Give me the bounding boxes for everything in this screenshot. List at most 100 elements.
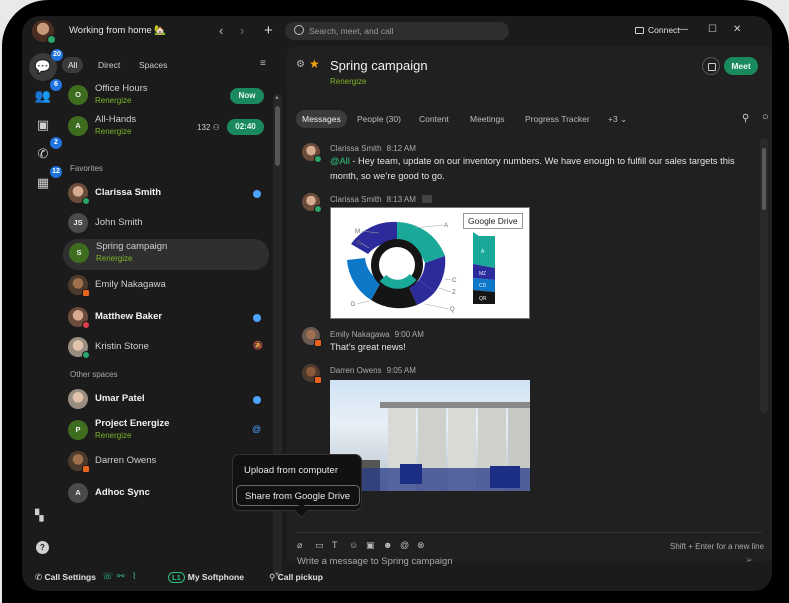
filter-menu-icon[interactable]: ≡: [260, 58, 266, 69]
join-now-button[interactable]: Now: [230, 88, 264, 104]
list-item-john-smith[interactable]: JS John Smith: [62, 209, 272, 239]
filter-spaces[interactable]: Spaces: [133, 57, 173, 73]
item-name: John Smith: [95, 217, 143, 228]
search-space-icon[interactable]: ○: [762, 111, 769, 123]
message-author[interactable]: Emily Nakagawa: [330, 330, 390, 339]
meet-button[interactable]: Meet: [724, 57, 758, 75]
add-button[interactable]: +: [264, 22, 273, 40]
teams-badge: 6: [50, 79, 62, 91]
message-avatar[interactable]: [302, 327, 322, 347]
emoji-icon[interactable]: ☺: [349, 540, 358, 550]
stack-label-cd: CD: [479, 283, 487, 289]
share-from-google-drive-item[interactable]: Share from Google Drive: [236, 485, 360, 506]
unread-dot: [253, 396, 261, 404]
list-item-kristin-stone[interactable]: Kristin Stone 🔕: [62, 333, 272, 363]
presence-available-icon: [314, 155, 322, 163]
maximize-button[interactable]: ☐: [708, 24, 717, 35]
favorite-star-icon[interactable]: ★: [309, 57, 320, 71]
microphone-icon[interactable]: ⌇: [132, 571, 136, 582]
rail-calling[interactable]: ✆ 2: [30, 137, 62, 167]
close-button[interactable]: ✕: [733, 24, 741, 35]
send-icon[interactable]: ➢: [745, 555, 753, 566]
search-icon: [294, 25, 304, 35]
donut-hole: [383, 251, 411, 279]
item-name: Office Hours: [95, 83, 148, 94]
schedule-meeting-button[interactable]: [702, 57, 720, 75]
list-item-clarissa-smith[interactable]: Clarissa Smith: [62, 179, 272, 209]
meeting-timer-button[interactable]: 02:40: [227, 119, 264, 135]
forward-button[interactable]: ›: [240, 22, 244, 40]
list-item-umar-patel[interactable]: Umar Patel: [62, 385, 272, 415]
message-author[interactable]: Clarissa Smith: [330, 195, 382, 204]
call-settings-label: Call Settings: [44, 572, 96, 582]
google-drive-attachment[interactable]: A M R D C Z Q A MZ CD QR Google Drive: [330, 207, 530, 319]
search-input[interactable]: [309, 22, 499, 40]
list-item-matthew-baker[interactable]: Matthew Baker: [62, 303, 272, 333]
tab-messages[interactable]: Messages: [296, 110, 347, 128]
format-text-icon[interactable]: T: [332, 540, 338, 550]
avatar: [68, 307, 90, 329]
minimize-button[interactable]: —: [678, 24, 688, 35]
rail-contacts[interactable]: ▣: [30, 112, 56, 138]
rail-teams[interactable]: 👥 6: [30, 79, 62, 109]
pinned-people-icon[interactable]: ⚲: [742, 113, 749, 124]
message-body: That’s great news!: [330, 340, 750, 355]
message-author[interactable]: Clarissa Smith: [330, 144, 382, 153]
chart-label-z: Z: [452, 290, 456, 296]
rail-calendar[interactable]: ▦ 12: [30, 166, 62, 196]
tab-people[interactable]: People (30): [351, 110, 407, 128]
message-input[interactable]: [297, 554, 737, 568]
attach-menu: Upload from computer Share from Google D…: [232, 454, 362, 511]
list-item-spring-campaign[interactable]: S Spring campaign Renergize: [63, 239, 269, 270]
filter-all[interactable]: All: [62, 57, 84, 73]
sticker-icon[interactable]: ☻: [383, 540, 392, 550]
search-box[interactable]: [285, 22, 509, 40]
rail-messaging[interactable]: 💬 20: [29, 49, 63, 81]
webex-window: Working from home 🏡 ‹ › + Connect — ☐ ✕ …: [22, 16, 772, 591]
add-apps-icon[interactable]: ▚: [35, 509, 43, 522]
favorites-heading: Favorites: [70, 164, 103, 173]
list-item-all-hands[interactable]: A All-Hands Renergize 132 ⚇ 02:40: [62, 112, 272, 142]
upload-from-computer-item[interactable]: Upload from computer: [236, 460, 360, 481]
share-folder-icon[interactable]: ▭: [315, 540, 324, 551]
scroll-up-icon[interactable]: ▲: [274, 95, 280, 101]
softphone-button[interactable]: L1 My Softphone: [168, 572, 244, 583]
scrollbar-thumb[interactable]: [275, 106, 280, 166]
device-icon: [635, 27, 644, 34]
message-avatar[interactable]: [302, 143, 322, 163]
item-name: All-Hands: [95, 114, 137, 125]
help-icon[interactable]: ?: [36, 541, 49, 554]
status-message[interactable]: Working from home 🏡: [69, 25, 166, 36]
my-avatar[interactable]: [32, 20, 56, 44]
flag-icon[interactable]: [421, 195, 432, 203]
presence-available-icon: [82, 351, 90, 359]
message-avatar[interactable]: [302, 364, 322, 384]
space-settings-icon[interactable]: ⚙: [296, 59, 305, 70]
call-forward-icon[interactable]: ⚯: [117, 571, 125, 582]
space-team[interactable]: Renergize: [330, 77, 366, 86]
filter-direct[interactable]: Direct: [92, 57, 126, 73]
mention-icon[interactable]: @: [400, 540, 409, 550]
tab-progress-tracker[interactable]: Progress Tracker: [519, 110, 596, 128]
list-item-emily-nakagawa[interactable]: Emily Nakagawa: [62, 271, 272, 301]
call-settings-button[interactable]: ✆ Call Settings: [35, 572, 96, 583]
list-item-office-hours[interactable]: O Office Hours Renergize Now: [62, 81, 272, 111]
scrollbar-thumb[interactable]: [762, 148, 766, 210]
back-button[interactable]: ‹: [219, 22, 223, 40]
tab-more[interactable]: +3 ⌄: [602, 110, 633, 128]
message-avatar[interactable]: [302, 193, 322, 213]
gif-icon[interactable]: ▣: [366, 540, 375, 551]
call-pickup-button[interactable]: ⚲ Call pickup: [269, 572, 323, 583]
chart-label-d: D: [351, 302, 356, 308]
connect-button[interactable]: Connect: [635, 25, 680, 35]
messages-scrollbar[interactable]: [760, 138, 768, 413]
apps-icon[interactable]: ⊗: [417, 540, 425, 551]
mention-all[interactable]: @All: [330, 156, 350, 166]
tab-meetings[interactable]: Meetings: [464, 110, 511, 128]
voicemail-icon[interactable]: ☏: [102, 571, 113, 582]
attach-file-icon[interactable]: ⌀: [297, 540, 302, 551]
list-item-project-energize[interactable]: P Project Energize Renergize @: [62, 416, 272, 446]
message-author[interactable]: Darren Owens: [330, 366, 382, 375]
avatar: [68, 337, 90, 359]
tab-content[interactable]: Content: [413, 110, 455, 128]
